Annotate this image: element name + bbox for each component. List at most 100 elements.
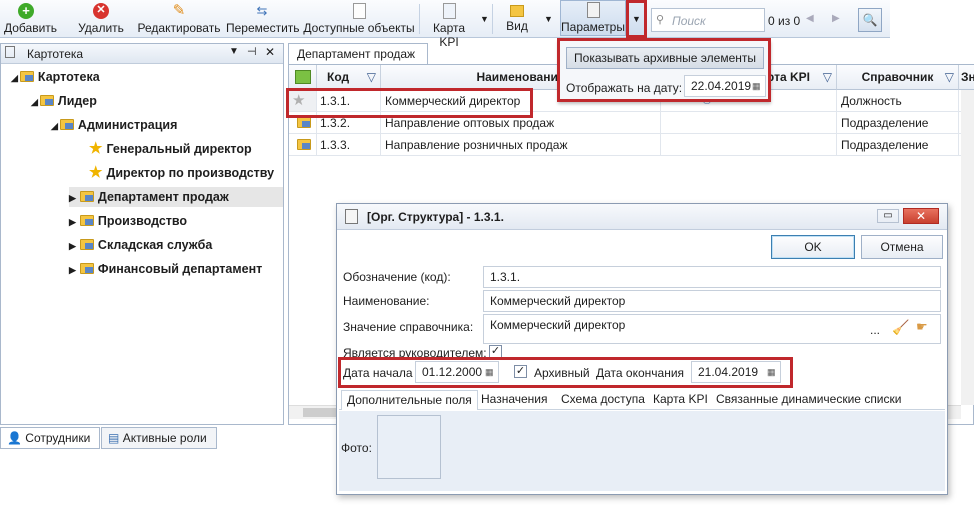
expanded-icon: ◢ — [51, 121, 58, 131]
kpi-dropdown-arrow-icon[interactable]: ▼ — [480, 14, 489, 24]
expanded-icon: ◢ — [31, 97, 38, 107]
add-button[interactable]: + Добавить — [4, 2, 57, 36]
table-row-reference[interactable]: Подразделение — [837, 134, 959, 156]
table-row-kpi[interactable] — [661, 112, 837, 134]
table-row-reference[interactable]: Должность — [837, 90, 959, 112]
next-arrow-icon[interactable]: ▶ — [832, 13, 840, 24]
vertical-scrollbar[interactable] — [961, 90, 974, 405]
table-row-name[interactable]: Направление оптовых продаж — [381, 112, 661, 134]
close-icon[interactable]: ✕ — [265, 45, 275, 59]
close-icon[interactable]: ✕ — [903, 208, 939, 224]
tab-linked-lists[interactable]: Связанные динамические списки — [716, 390, 901, 410]
browse-button[interactable]: ... — [870, 323, 880, 337]
row-icon-cell — [289, 134, 317, 156]
tree-item-production[interactable]: ▶ Производство — [69, 211, 187, 231]
broom-icon[interactable]: 🧹 — [892, 319, 909, 336]
calendar-icon[interactable]: ▦ — [767, 368, 777, 378]
document-icon — [352, 3, 366, 19]
filter-icon[interactable]: ▽ — [367, 65, 376, 90]
reference-field[interactable]: Коммерческий директор ... 🧹 ☛ — [483, 314, 941, 344]
tree-item-administration[interactable]: ◢ Администрация — [51, 115, 177, 135]
calendar-icon[interactable]: ▦ — [752, 82, 762, 92]
document-icon — [345, 209, 358, 224]
tab-additional-fields[interactable]: Дополнительные поля — [341, 390, 478, 410]
panel-icon — [5, 46, 15, 58]
search-field[interactable]: ⚲ Поиск — [651, 8, 765, 32]
settings-icon — [586, 2, 600, 18]
head-checkbox[interactable]: ✓ — [489, 345, 502, 358]
display-date-field[interactable]: 22.04.2019 ▦ — [684, 75, 766, 97]
hand-icon[interactable]: ☛ — [916, 319, 928, 335]
filter-icon[interactable]: ▽ — [823, 65, 832, 90]
prev-arrow-icon[interactable]: ◀ — [806, 13, 814, 24]
row-icon-cell: ★ — [289, 90, 317, 112]
chevron-down-icon: ▼ — [632, 14, 641, 24]
table-row-kpi[interactable] — [661, 134, 837, 156]
panel-header: Картотека ▼ ⊣ ✕ — [1, 44, 283, 64]
start-date-field[interactable]: 01.12.2000 ▦ — [415, 361, 499, 383]
folder-icon — [39, 95, 54, 106]
tab-sales-department[interactable]: Департамент продаж — [288, 43, 428, 64]
tab-active-roles[interactable]: ▤ Активные роли — [101, 427, 217, 449]
dialog-title: [Орг. Структура] - 1.3.1. — [367, 210, 504, 224]
tree-item-finance[interactable]: ▶ Финансовый департамент — [69, 259, 262, 279]
code-field[interactable]: 1.3.1. — [483, 266, 941, 288]
pin-icon[interactable]: ⊣ — [247, 45, 257, 58]
column-header-value[interactable]: Зн — [959, 65, 974, 90]
tab-access-scheme[interactable]: Схема доступа — [561, 390, 645, 410]
folder-icon — [79, 263, 94, 274]
show-archive-button[interactable]: Показывать архивные элементы — [566, 47, 764, 69]
name-field[interactable]: Коммерческий директор — [483, 290, 941, 312]
folder-icon — [297, 117, 311, 128]
pencil-icon: ✎ — [172, 2, 186, 19]
code-label: Обозначение (код): — [343, 270, 451, 284]
view-dropdown-arrow-icon[interactable]: ▼ — [544, 14, 553, 24]
dialog-tabs: Дополнительные поля Назначения Схема дос… — [339, 390, 945, 410]
table-row-code[interactable]: 1.3.1. — [317, 90, 381, 112]
table-row-reference[interactable]: Подразделение — [837, 112, 959, 134]
cancel-button[interactable]: Отмена — [861, 235, 943, 259]
calendar-icon[interactable]: ▦ — [485, 368, 495, 378]
search-icon: ⚲ — [656, 14, 665, 26]
collapsed-icon: ▶ — [69, 193, 76, 203]
delete-button[interactable]: ✕ Удалить — [75, 2, 127, 36]
parameters-dropdown-button[interactable]: ▼ — [628, 0, 646, 38]
header-up-button[interactable] — [289, 65, 317, 90]
tree-item-sales-department[interactable]: ▶ Департамент продаж — [69, 187, 283, 207]
kpi-map-button[interactable]: Карта KPI — [422, 2, 476, 49]
parameters-button[interactable]: Параметры — [560, 0, 626, 36]
column-header-code[interactable]: Код ▽ — [317, 65, 381, 90]
move-button[interactable]: ⇆ Переместить — [226, 2, 300, 36]
tab-kpi-map[interactable]: Карта KPI — [653, 390, 708, 410]
dropdown-icon[interactable]: ▼ — [229, 46, 239, 57]
roles-icon: ▤ — [108, 431, 120, 445]
date-label: Отображать на дату: — [566, 81, 683, 95]
tab-employees[interactable]: 👤 Сотрудники — [0, 427, 100, 449]
archive-label: Архивный — [534, 366, 590, 380]
view-button[interactable]: Вид — [500, 2, 534, 36]
ok-button[interactable]: OK — [771, 235, 855, 259]
tree-item-production-director[interactable]: ★ Директор по производству — [89, 163, 274, 183]
photo-box[interactable] — [377, 415, 441, 479]
table-row-name[interactable]: Направление розничных продаж — [381, 134, 661, 156]
folder-icon — [297, 139, 311, 150]
move-icon: ⇆ — [256, 3, 268, 18]
column-header-reference[interactable]: Справочник ▽ — [837, 65, 959, 90]
tree-item-root[interactable]: ◢ Картотека — [11, 67, 100, 87]
table-row-code[interactable]: 1.3.2. — [317, 112, 381, 134]
tree-item-warehouse[interactable]: ▶ Складская служба — [69, 235, 212, 255]
search-button[interactable]: 🔍 — [858, 8, 882, 32]
tree-item-general-director[interactable]: ★ Генеральный директор — [89, 139, 252, 159]
available-objects-button[interactable]: Доступные объекты — [302, 2, 416, 36]
folder-icon — [19, 71, 34, 82]
tab-assignments[interactable]: Назначения — [481, 390, 548, 410]
archive-checkbox[interactable]: ✓ — [514, 365, 527, 378]
tree-item-leader[interactable]: ◢ Лидер — [31, 91, 97, 111]
reference-label: Значение справочника: — [343, 320, 474, 334]
table-row-code[interactable]: 1.3.3. — [317, 134, 381, 156]
filter-icon[interactable]: ▽ — [945, 65, 954, 90]
end-date-field[interactable]: 21.04.2019 ▦ — [691, 361, 781, 383]
separator — [492, 4, 493, 34]
restore-icon[interactable]: ▭ — [877, 209, 899, 223]
edit-button[interactable]: ✎ Редактировать — [136, 2, 222, 36]
